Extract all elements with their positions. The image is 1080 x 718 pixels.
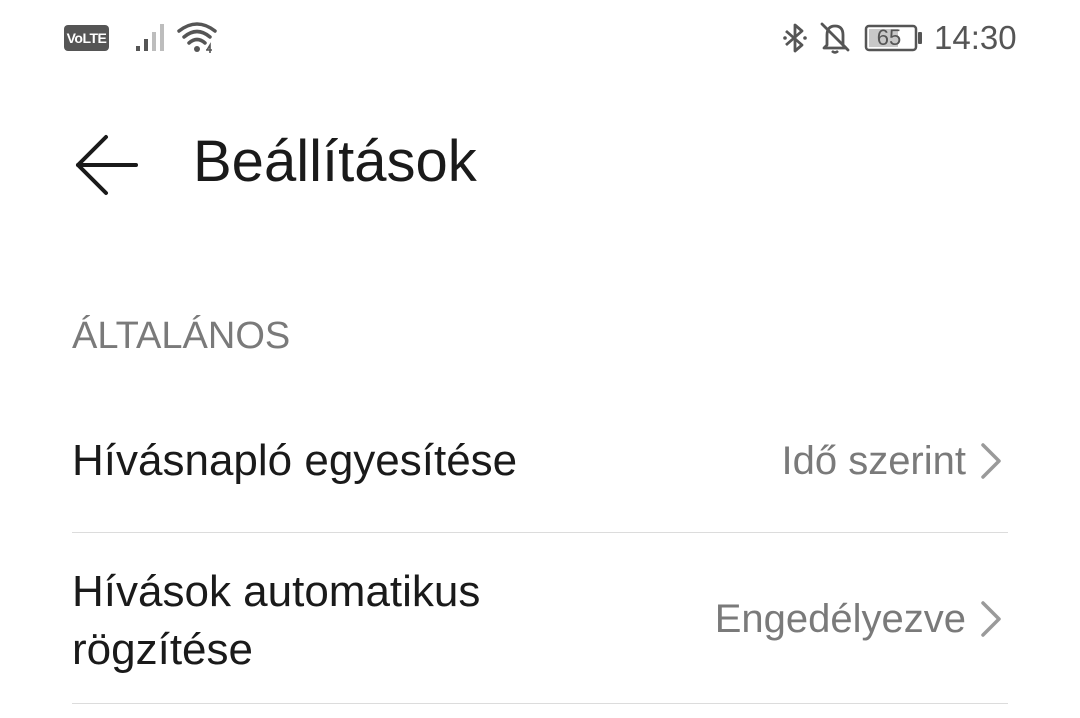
status-bar: VoLTE 65 14:30 bbox=[0, 0, 1080, 76]
signal-icon bbox=[136, 24, 164, 51]
chevron-right-icon bbox=[981, 443, 1001, 479]
bluetooth-icon bbox=[783, 23, 807, 53]
arrow-left-icon bbox=[76, 135, 138, 195]
section-header-general: ÁLTALÁNOS bbox=[72, 315, 291, 357]
volte-badge: VoLTE bbox=[64, 25, 109, 51]
wifi-icon bbox=[177, 22, 217, 53]
setting-title: Hívások automatikus rögzítése bbox=[72, 567, 481, 674]
divider bbox=[72, 703, 1008, 704]
setting-value: Engedélyezve bbox=[714, 597, 966, 641]
clock: 14:30 bbox=[934, 19, 1017, 56]
chevron-right-icon bbox=[981, 601, 1001, 637]
back-button[interactable] bbox=[68, 128, 148, 202]
bell-off-icon bbox=[820, 22, 850, 54]
setting-call-log-merge[interactable]: Hívásnapló egyesítése Idő szerint bbox=[72, 395, 1008, 532]
toolbar: Beállítások bbox=[0, 110, 1080, 220]
setting-auto-record-calls[interactable]: Hívások automatikus rögzítése Engedélyez… bbox=[72, 533, 1008, 703]
setting-title: Hívásnapló egyesítése bbox=[72, 436, 518, 485]
battery-level: 65 bbox=[876, 25, 902, 50]
page-title: Beállítások bbox=[193, 129, 477, 194]
setting-value: Idő szerint bbox=[781, 439, 966, 483]
